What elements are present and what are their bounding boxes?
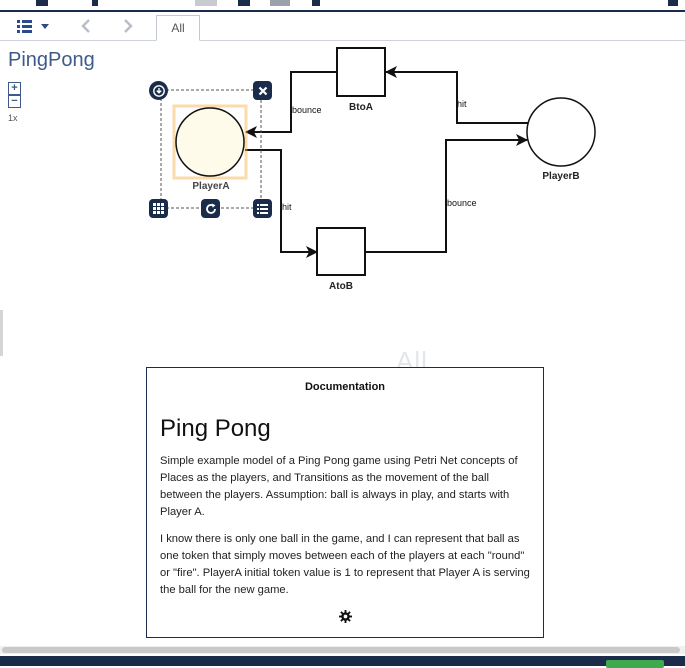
list-icon <box>257 203 268 214</box>
arc-label-hit-playera: hit <box>282 202 292 212</box>
grid-icon <box>153 203 164 214</box>
settings-button[interactable] <box>339 610 352 626</box>
refresh-icon <box>205 203 216 214</box>
details-button[interactable] <box>253 199 272 218</box>
status-indicator <box>606 660 664 668</box>
transition-atob[interactable] <box>316 227 366 276</box>
place-playerb-label: PlayerB <box>542 171 579 182</box>
grid-button[interactable] <box>149 199 168 218</box>
remove-button[interactable] <box>253 81 272 100</box>
place-playera-label: PlayerA <box>192 181 229 192</box>
documentation-paragraph-2: I know there is only one ball in the gam… <box>160 533 530 596</box>
transition-btoa[interactable] <box>336 47 386 97</box>
scrollbar-thumb[interactable] <box>2 647 680 653</box>
transition-btoa-label: BtoA <box>349 102 373 113</box>
gear-icon <box>339 610 352 623</box>
arc-playerb-to-btoa[interactable] <box>385 66 528 124</box>
place-playerb[interactable] <box>526 97 596 167</box>
arc-label-bounce-btoa: bounce <box>292 105 322 115</box>
download-button[interactable] <box>149 81 168 100</box>
arc-label-bounce-atob: bounce <box>447 198 477 208</box>
rotate-button[interactable] <box>201 199 220 218</box>
download-icon <box>152 84 165 97</box>
arc-label-hit-playerb: hit <box>457 99 467 109</box>
documentation-panel: Documentation Ping Pong Simple example m… <box>146 367 544 638</box>
transition-atob-label: AtoB <box>329 281 353 292</box>
documentation-title: Ping Pong <box>160 415 271 442</box>
place-playera[interactable] <box>175 107 245 177</box>
documentation-paragraph-1: Simple example model of a Ping Pong game… <box>160 455 518 518</box>
arc-atob-to-playerb[interactable] <box>365 134 528 253</box>
close-icon <box>258 86 267 95</box>
petri-net-canvas: bounce hit hit bounce BtoA AtoB PlayerB … <box>160 47 596 292</box>
documentation-header: Documentation <box>304 381 386 393</box>
status-bar <box>0 656 685 668</box>
horizontal-scrollbar[interactable] <box>0 646 685 654</box>
